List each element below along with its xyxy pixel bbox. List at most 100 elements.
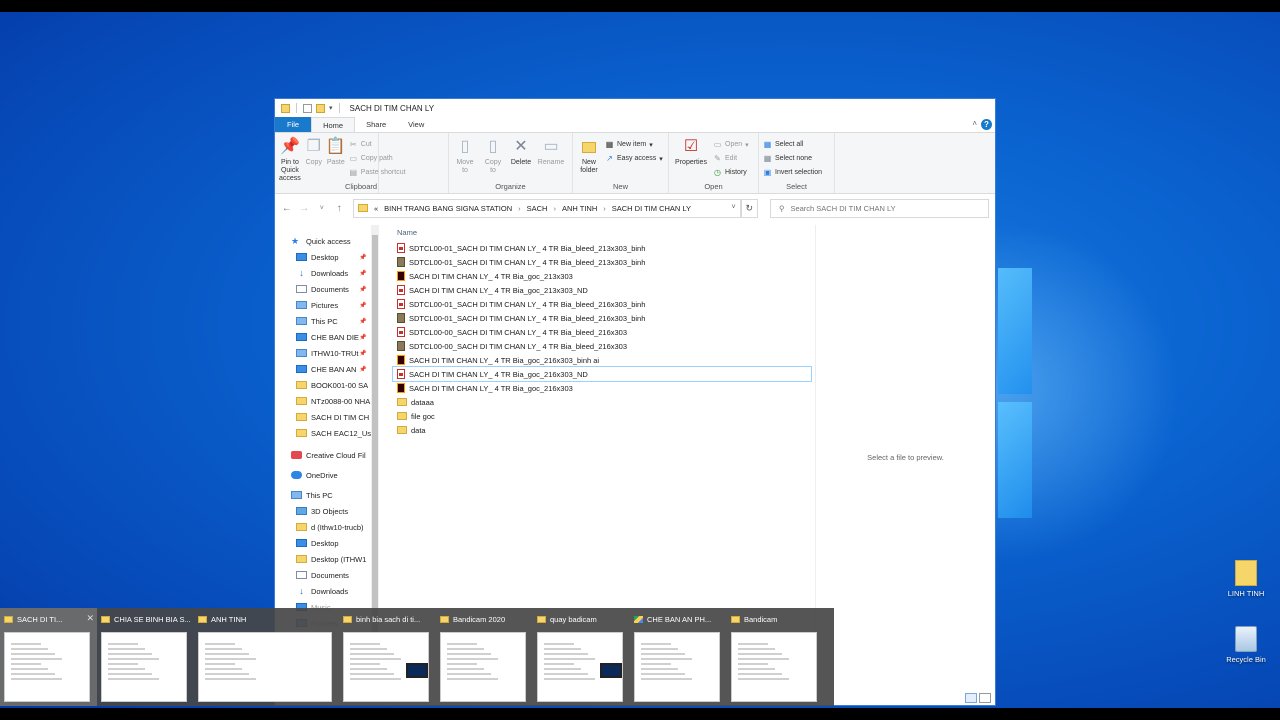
file-row[interactable]: SDTCL00-01_SACH DI TIM CHAN LY_ 4 TR Bia…: [393, 297, 815, 311]
column-header-name[interactable]: Name: [393, 225, 815, 241]
pin-quick-access-button[interactable]: 📌 Pin to Quick access: [279, 137, 301, 183]
desktop-icon-recycle-bin[interactable]: Recycle Bin: [1218, 626, 1274, 664]
invert-selection-icon: ▣: [763, 168, 772, 177]
open-button[interactable]: ▭ Open ▾: [713, 139, 749, 150]
nav-item-documents[interactable]: Documents 📌: [275, 281, 379, 297]
large-icons-view-button[interactable]: [979, 693, 991, 703]
tab-share[interactable]: Share: [355, 117, 397, 132]
file-row[interactable]: SACH DI TIM CHAN LY_ 4 TR Bia_goc_213x30…: [393, 269, 815, 283]
breadcrumb-1[interactable]: SACH: [527, 204, 548, 213]
nav-item-downloads[interactable]: ↓ Downloads: [275, 583, 379, 599]
window-thumbnail[interactable]: CHIA SE BINH BIA S...: [97, 608, 194, 706]
nav-item-che-ban-die[interactable]: CHE BAN DIE 📌: [275, 329, 379, 345]
select-none-button[interactable]: ▦ Select none: [763, 153, 822, 164]
nav-item-sach-eac12-us[interactable]: SACH EAC12_Us: [275, 425, 379, 441]
breadcrumb-3[interactable]: SACH DI TIM CHAN LY: [612, 204, 691, 213]
properties-icon: ☑: [683, 138, 699, 155]
window-thumbnail[interactable]: binh bia sach di ti...: [339, 608, 436, 706]
nav-item-this-pc[interactable]: This PC: [275, 487, 379, 503]
refresh-icon[interactable]: ↻: [740, 198, 758, 218]
pdf-file-icon: [397, 299, 405, 309]
letterbox-top: [0, 0, 1280, 12]
nav-item-quick-access[interactable]: ★ Quick access: [275, 233, 379, 249]
paste-button[interactable]: 📋 Paste: [326, 137, 346, 167]
nav-item-sach-di-tim-ch[interactable]: SACH DI TIM CH: [275, 409, 379, 425]
file-row[interactable]: SDTCL00-00_SACH DI TIM CHAN LY_ 4 TR Bia…: [393, 339, 815, 353]
file-row[interactable]: SACH DI TIM CHAN LY_ 4 TR Bia_goc_216x30…: [392, 366, 812, 382]
window-thumbnail[interactable]: CHE BAN AN PH...: [630, 608, 727, 706]
breadcrumb-0[interactable]: BINH TRANG BANG SIGNA STATION: [384, 204, 512, 213]
history-button[interactable]: ◷ History: [713, 167, 749, 178]
breadcrumb-2[interactable]: ANH TINH: [562, 204, 597, 213]
file-row[interactable]: SDTCL00-01_SACH DI TIM CHAN LY_ 4 TR Bia…: [393, 255, 815, 269]
folder-row[interactable]: dataaa: [393, 395, 815, 409]
file-row[interactable]: SACH DI TIM CHAN LY_ 4 TR Bia_goc_213x30…: [393, 283, 815, 297]
nav-item-pictures[interactable]: Pictures 📌: [275, 297, 379, 313]
nav-item-desktop[interactable]: Desktop: [275, 535, 379, 551]
nav-item-d-ithw10-trucb[interactable]: d (Ithw10-trucb): [275, 519, 379, 535]
file-row[interactable]: SACH DI TIM CHAN LY_ 4 TR Bia_goc_216x30…: [393, 353, 815, 367]
address-dropdown-icon[interactable]: ˅: [732, 204, 736, 211]
rename-button[interactable]: ▭ Rename: [537, 137, 565, 167]
preview-pane: Select a file to preview.: [815, 225, 995, 705]
nav-item-label: Desktop: [311, 252, 339, 262]
tab-file[interactable]: File: [275, 117, 312, 132]
select-all-button[interactable]: ▦ Select all: [763, 139, 822, 150]
delete-button[interactable]: ✕ Delete: [509, 137, 533, 167]
help-icon[interactable]: ?: [981, 119, 992, 130]
nav-item-this-pc[interactable]: This PC 📌: [275, 313, 379, 329]
collapse-ribbon-icon[interactable]: ˄: [972, 119, 977, 128]
search-input[interactable]: [790, 203, 981, 213]
nav-item-label: Documents: [311, 570, 349, 580]
file-row[interactable]: SDTCL00-01_SACH DI TIM CHAN LY_ 4 TR Bia…: [393, 241, 815, 255]
folder-row[interactable]: file goc: [393, 409, 815, 423]
copy-button[interactable]: ❐ Copy: [305, 137, 323, 167]
forward-arrow-icon[interactable]: →: [299, 203, 311, 214]
nav-item-downloads[interactable]: ↓ Downloads 📌: [275, 265, 379, 281]
window-thumbnail[interactable]: Bandicam: [727, 608, 824, 706]
window-thumbnail[interactable]: ANH TINH: [194, 608, 339, 706]
back-arrow-icon[interactable]: ←: [281, 203, 293, 214]
nav-item-book001-00-sa[interactable]: BOOK001-00 SA: [275, 377, 379, 393]
folder-row[interactable]: data: [393, 423, 815, 437]
nav-item-3d-objects[interactable]: 3D Objects: [275, 503, 379, 519]
nav-item-ithw10-trut[interactable]: ITHW10-TRUt 📌: [275, 345, 379, 361]
recent-locations-icon[interactable]: ˅: [316, 205, 328, 212]
new-item-button[interactable]: ▦ New item ▾: [605, 139, 663, 150]
close-icon[interactable]: ✕: [86, 613, 94, 624]
nav-item-creative-cloud-fil[interactable]: Creative Cloud Fil: [275, 447, 379, 463]
window-thumbnail[interactable]: SACH DI TI... ✕: [0, 608, 97, 706]
desktop-icon-linh-tinh[interactable]: LINH TINH: [1218, 560, 1274, 598]
move-to-button[interactable]: ▯ Move to: [453, 137, 477, 175]
tab-home[interactable]: Home: [311, 117, 356, 132]
window-thumbnail[interactable]: Bandicam 2020: [436, 608, 533, 706]
invert-selection-button[interactable]: ▣ Invert selection: [763, 167, 822, 178]
quick-access-dropdown-icon[interactable]: ▾: [329, 104, 333, 112]
file-row[interactable]: SDTCL00-01_SACH DI TIM CHAN LY_ 4 TR Bia…: [393, 311, 815, 325]
properties-button[interactable]: ☑ Properties: [673, 137, 709, 167]
nav-item-ntz0088-00-nha[interactable]: NTz0088-00 NHA: [275, 393, 379, 409]
up-arrow-icon[interactable]: ↑: [334, 203, 346, 214]
nav-item-desktop-ithw1[interactable]: Desktop (ITHW1: [275, 551, 379, 567]
file-name: SACH DI TIM CHAN LY_ 4 TR Bia_goc_216x30…: [409, 383, 573, 393]
easy-access-button[interactable]: ↗ Easy access ▾: [605, 153, 663, 164]
details-view-button[interactable]: [965, 693, 977, 703]
address-bar[interactable]: « BINH TRANG BANG SIGNA STATION › SACH ›…: [353, 198, 741, 218]
nav-item-documents[interactable]: Documents: [275, 567, 379, 583]
folder-icon: [343, 615, 352, 623]
nav-item-onedrive[interactable]: OneDrive: [275, 467, 379, 483]
window-thumbnail[interactable]: quay badicam: [533, 608, 630, 706]
nav-item-che-ban-an[interactable]: CHE BAN AN 📌: [275, 361, 379, 377]
properties-quick-icon[interactable]: [303, 103, 312, 113]
search-box[interactable]: ⚲: [769, 198, 989, 218]
file-row[interactable]: SDTCL00-00_SACH DI TIM CHAN LY_ 4 TR Bia…: [393, 325, 815, 339]
thumbnail-preview: [634, 632, 720, 702]
edit-button[interactable]: ✎ Edit: [713, 153, 749, 164]
new-folder-button[interactable]: New folder: [577, 137, 601, 175]
copy-to-button[interactable]: ▯ Copy to: [481, 137, 505, 175]
file-row[interactable]: SACH DI TIM CHAN LY_ 4 TR Bia_goc_216x30…: [393, 381, 815, 395]
new-folder-quick-icon[interactable]: [316, 103, 325, 113]
nav-item-desktop[interactable]: Desktop 📌: [275, 249, 379, 265]
tab-view[interactable]: View: [397, 117, 435, 132]
address-overflow[interactable]: «: [374, 204, 378, 213]
